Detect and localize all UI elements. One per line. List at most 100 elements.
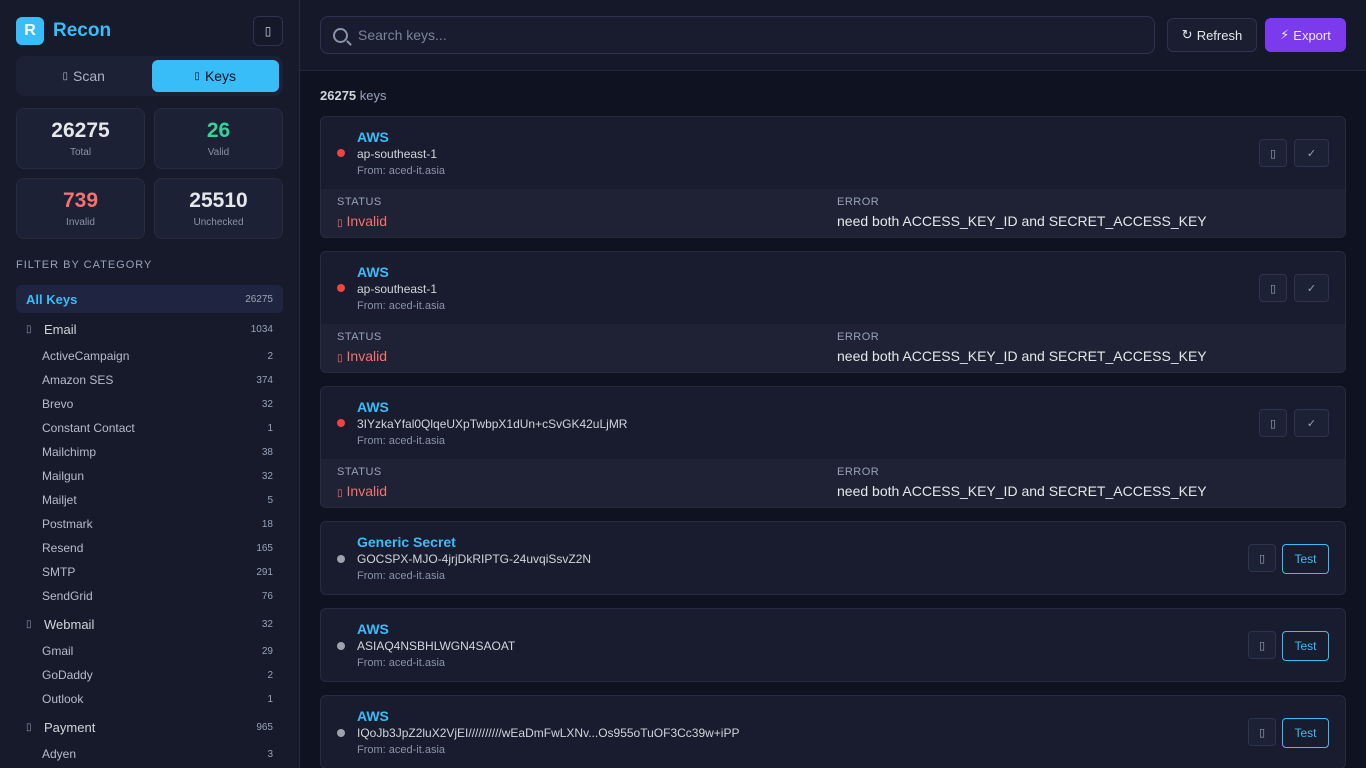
inbox-icon: ▯ (26, 618, 32, 630)
category-group-webmail[interactable]: ▯ Webmail 32 (16, 609, 283, 639)
group-name: Payment (44, 719, 96, 735)
search-input[interactable] (358, 27, 1138, 43)
mark-checked-button[interactable]: ✓ (1294, 139, 1329, 167)
item-count: 32 (261, 470, 273, 482)
status-dot (337, 284, 345, 292)
key-card: AWS IQoJb3JpZ2luX2VjEI//////////wEaDmFwL… (320, 695, 1346, 768)
test-button[interactable]: Test (1282, 631, 1329, 661)
sidebar: R Recon ▯ ▯ Scan ▯ Keys 26275 Total 26 V… (0, 0, 300, 768)
category-item-mailgun[interactable]: Mailgun 32 (16, 464, 283, 488)
key-card: AWS 3IYzkaYfal0QlqeUXpTwbpX1dUn+cSvGK42u… (320, 386, 1346, 508)
check-icon: ✓ (1306, 147, 1317, 160)
check-icon: ✓ (1306, 282, 1317, 295)
item-name: Outlook (42, 692, 84, 706)
category-all-keys[interactable]: All Keys 26275 (16, 285, 283, 313)
item-name: Mailjet (42, 493, 77, 507)
key-source: From: aced-it.asia (357, 744, 446, 756)
category-item-mailjet[interactable]: Mailjet 5 (16, 488, 283, 512)
key-value: 3IYzkaYfal0QlqeUXpTwbpX1dUn+cSvGK42uLjMR (357, 417, 628, 431)
item-name: Gmail (42, 644, 74, 658)
category-item-godaddy[interactable]: GoDaddy 2 (16, 663, 283, 687)
key-value: IQoJb3JpZ2luX2VjEI//////////wEaDmFwLXNv.… (357, 726, 740, 740)
copy-button[interactable]: ▯ (1259, 139, 1287, 167)
category-list: All Keys 26275 ▯ Email 1034 ActiveCampai… (16, 285, 283, 766)
stat-label: Unchecked (193, 217, 244, 228)
refresh-icon: ↻ (1181, 27, 1193, 42)
item-name: Adyen (42, 747, 77, 761)
category-name: All Keys (26, 291, 78, 307)
category-item-brevo[interactable]: Brevo 32 (16, 392, 283, 416)
stat-valid: 26 Valid (154, 108, 283, 169)
tab-label: Keys (204, 68, 237, 84)
item-name: Mailgun (42, 469, 85, 483)
mark-checked-button[interactable]: ✓ (1294, 274, 1329, 302)
item-name: Amazon SES (42, 373, 114, 387)
category-item-activecampaign[interactable]: ActiveCampaign 2 (16, 344, 283, 368)
stat-invalid: 739 Invalid (16, 178, 145, 239)
key-detail: STATUS ERROR ▯ Invalid need both ACCESS_K… (321, 324, 1345, 372)
category-item-sendgrid[interactable]: SendGrid 76 (16, 584, 283, 608)
category-group-email[interactable]: ▯ Email 1034 (16, 314, 283, 344)
export-button[interactable]: ⚡ Export (1265, 18, 1346, 52)
stat-value: 26 (206, 119, 231, 142)
refresh-button[interactable]: ↻ Refresh (1167, 18, 1257, 52)
stat-value: 25510 (189, 189, 248, 212)
category-group-payment[interactable]: ▯ Payment 965 (16, 712, 283, 742)
item-count: 5 (267, 494, 273, 506)
category-item-outlook[interactable]: Outlook 1 (16, 687, 283, 711)
status-label: STATUS (337, 196, 382, 208)
item-count: 38 (261, 446, 273, 458)
status-text: Invalid (346, 348, 387, 364)
top-toolbar: ↻ Refresh ⚡ Export (300, 0, 1366, 71)
item-name: Brevo (42, 397, 74, 411)
brand: R Recon (16, 17, 111, 45)
category-item-smtp[interactable]: SMTP 291 (16, 560, 283, 584)
item-count: 3 (267, 748, 273, 760)
copy-button[interactable]: ▯ (1248, 631, 1276, 659)
tab-keys[interactable]: ▯ Keys (151, 60, 279, 92)
copy-icon: ▯ (1269, 417, 1277, 430)
category-item-amazon-ses[interactable]: Amazon SES 374 (16, 368, 283, 392)
key-type: AWS (357, 399, 389, 415)
category-item-mailchimp[interactable]: Mailchimp 38 (16, 440, 283, 464)
category-item-adyen[interactable]: Adyen 3 (16, 742, 283, 766)
group-count: 1034 (250, 323, 273, 335)
mark-checked-button[interactable]: ✓ (1294, 409, 1329, 437)
item-name: Postmark (42, 517, 93, 531)
item-count: 29 (261, 645, 273, 657)
group-name: Webmail (44, 616, 95, 632)
category-item-resend[interactable]: Resend 165 (16, 536, 283, 560)
item-count: 32 (261, 398, 273, 410)
category-item-constant-contact[interactable]: Constant Contact 1 (16, 416, 283, 440)
mail-icon: ▯ (26, 323, 32, 335)
category-item-gmail[interactable]: Gmail 29 (16, 639, 283, 663)
error-message: need both ACCESS_KEY_ID and SECRET_ACCES… (837, 483, 1207, 499)
search-icon (333, 27, 348, 43)
x-circle-icon: ▯ (337, 488, 343, 499)
copy-button[interactable]: ▯ (1259, 274, 1287, 302)
copy-button[interactable]: ▯ (1248, 544, 1276, 572)
status-value: ▯ Invalid (337, 348, 387, 364)
search-box[interactable] (320, 16, 1155, 54)
stat-label: Valid (207, 147, 230, 158)
test-button[interactable]: Test (1282, 718, 1329, 748)
stats-grid: 26275 Total 26 Valid 739 Invalid 25510 U… (16, 108, 283, 239)
copy-button[interactable]: ▯ (1248, 718, 1276, 746)
category-count: 26275 (245, 293, 273, 305)
key-card: Generic Secret GOCSPX-MJO-4jrjDkRIPTG-24… (320, 521, 1346, 595)
stat-total: 26275 Total (16, 108, 145, 169)
category-item-postmark[interactable]: Postmark 18 (16, 512, 283, 536)
test-button[interactable]: Test (1282, 544, 1329, 574)
item-count: 1 (267, 422, 273, 434)
item-name: GoDaddy (42, 668, 93, 682)
item-name: SendGrid (42, 589, 93, 603)
key-value: ap-southeast-1 (357, 147, 438, 161)
app-logo: R (16, 17, 44, 45)
sidebar-toggle-button[interactable]: ▯ (253, 16, 283, 46)
status-text: Invalid (346, 483, 387, 499)
key-source: From: aced-it.asia (357, 657, 446, 669)
export-label: Export (1293, 27, 1331, 43)
tab-scan[interactable]: ▯ Scan (20, 60, 148, 92)
key-card: AWS ap-southeast-1 From: aced-it.asia ▯ … (320, 116, 1346, 238)
copy-button[interactable]: ▯ (1259, 409, 1287, 437)
